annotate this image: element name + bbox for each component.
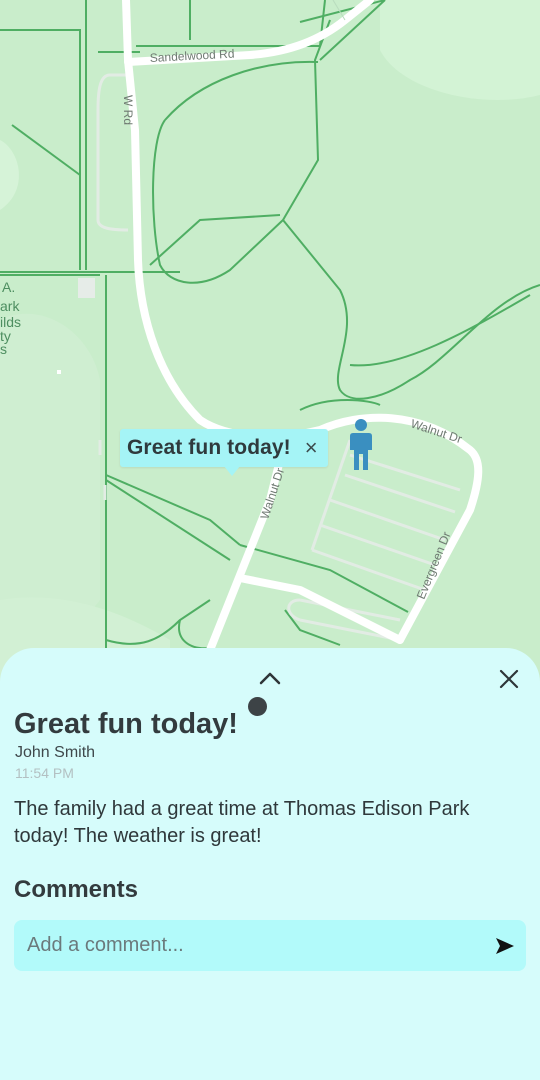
park-label-line-1: A. — [2, 279, 15, 295]
map-view[interactable]: Sandelwood Rd W Rd Walnut Dr Walnut Dr E… — [0, 0, 540, 680]
comments-heading: Comments — [14, 876, 139, 903]
bubble-close-icon[interactable]: × — [305, 437, 318, 459]
post-title: Great fun today! — [14, 708, 238, 740]
park-label-line-2: ark — [0, 298, 20, 314]
close-icon[interactable] — [496, 666, 522, 692]
person-marker-icon[interactable] — [347, 416, 375, 472]
post-timestamp: 11:54 PM — [15, 765, 74, 781]
map-post-bubble[interactable]: Great fun today! × — [120, 429, 328, 476]
drag-handle[interactable] — [248, 697, 267, 716]
chevron-up-icon[interactable] — [256, 668, 284, 688]
comment-box — [14, 920, 526, 971]
bubble-title[interactable]: Great fun today! — [127, 436, 291, 460]
park-label-line-5: s — [0, 341, 7, 357]
send-icon[interactable] — [494, 935, 516, 957]
road-label-w-rd: W Rd — [121, 95, 135, 125]
comment-input[interactable] — [14, 920, 474, 971]
screen: Sandelwood Rd W Rd Walnut Dr Walnut Dr E… — [0, 0, 540, 1080]
post-body: The family had a great time at Thomas Ed… — [14, 798, 470, 847]
post-author: John Smith — [15, 744, 96, 761]
